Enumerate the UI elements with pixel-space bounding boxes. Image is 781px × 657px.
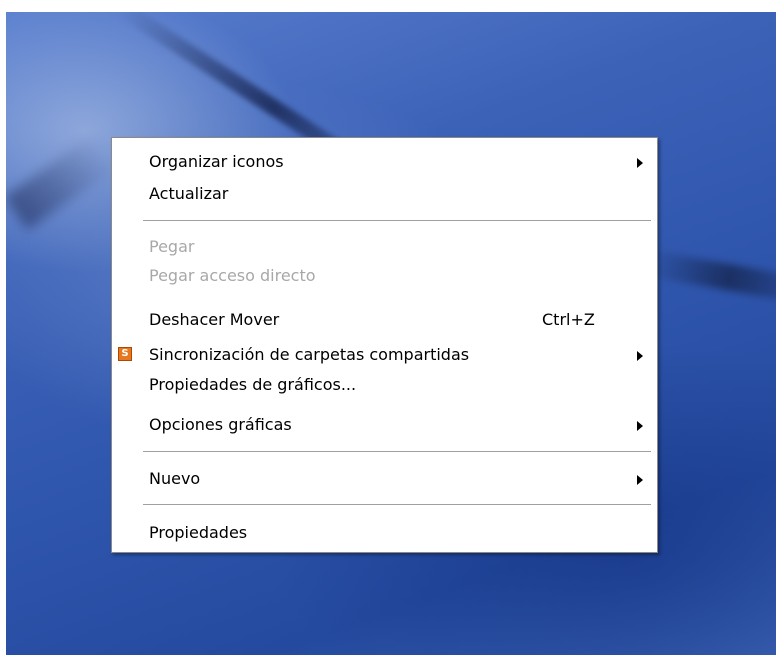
wallpaper-streak bbox=[644, 250, 776, 300]
menu-item-nuevo[interactable]: Nuevo bbox=[112, 465, 657, 493]
menu-item-pegar[interactable]: Pegar bbox=[112, 233, 657, 261]
submenu-arrow-icon bbox=[637, 421, 643, 431]
menu-item-label: Deshacer Mover bbox=[149, 310, 280, 329]
menu-item-label: Pegar acceso directo bbox=[149, 266, 316, 285]
menu-separator bbox=[143, 220, 651, 221]
menu-item-label: Sincronización de carpetas compartidas bbox=[149, 345, 470, 364]
wallpaper-streak bbox=[6, 134, 118, 230]
menu-item-organizar-iconos[interactable]: Organizar iconos bbox=[112, 148, 657, 176]
menu-item-opciones-graficas[interactable]: Opciones gráficas bbox=[112, 411, 657, 439]
menu-item-propiedades[interactable]: Propiedades bbox=[112, 519, 657, 547]
menu-item-propiedades-graficos[interactable]: Propiedades de gráficos... bbox=[112, 371, 657, 399]
menu-item-pegar-acceso-directo[interactable]: Pegar acceso directo bbox=[112, 262, 657, 290]
menu-item-shortcut: Ctrl+Z bbox=[542, 310, 595, 329]
submenu-arrow-icon bbox=[637, 158, 643, 168]
shared-folder-sync-icon: S bbox=[118, 347, 132, 361]
menu-separator bbox=[143, 504, 651, 505]
menu-item-label: Organizar iconos bbox=[149, 152, 284, 171]
submenu-arrow-icon bbox=[637, 475, 643, 485]
menu-item-label: Opciones gráficas bbox=[149, 415, 292, 434]
menu-item-label: Propiedades de gráficos... bbox=[149, 375, 357, 394]
menu-item-label: Propiedades bbox=[149, 523, 248, 542]
menu-item-sincronizacion-carpetas[interactable]: S Sincronización de carpetas compartidas bbox=[112, 341, 657, 369]
menu-item-deshacer-mover[interactable]: Deshacer Mover Ctrl+Z bbox=[112, 306, 657, 334]
menu-item-label: Nuevo bbox=[149, 469, 201, 488]
menu-separator bbox=[143, 451, 651, 452]
menu-item-label: Pegar bbox=[149, 237, 195, 256]
menu-item-actualizar[interactable]: Actualizar bbox=[112, 180, 657, 208]
desktop-context-menu: Organizar iconos Actualizar Pegar Pegar … bbox=[111, 137, 658, 553]
submenu-arrow-icon bbox=[637, 351, 643, 361]
menu-item-label: Actualizar bbox=[149, 184, 229, 203]
